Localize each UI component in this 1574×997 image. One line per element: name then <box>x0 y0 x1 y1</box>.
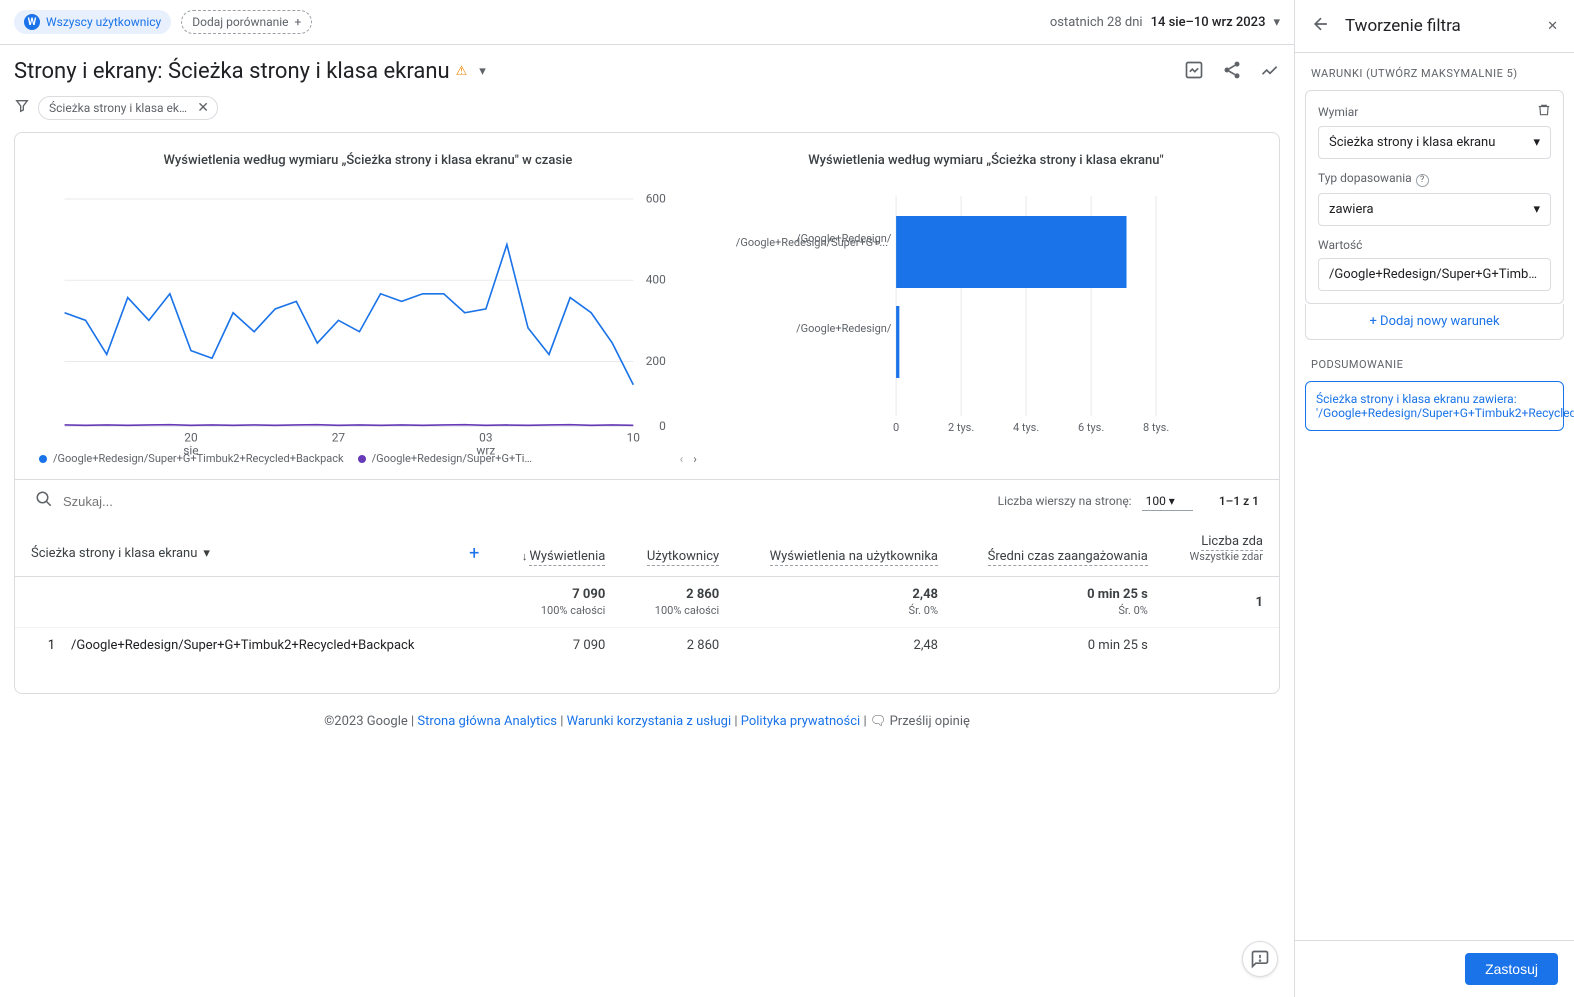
col-views[interactable]: ↓Wyświetlenia <box>495 522 621 577</box>
active-filter-chip[interactable]: Ścieżka strony i klasa ekran... ✕ <box>38 96 218 120</box>
legend-item[interactable]: /Google+Redesign/Super+G+Timbuk2+Recycle… <box>39 452 344 465</box>
table-controls: Liczba wierszy na stronę: 100 ▾ 1–1 z 1 <box>15 479 1279 522</box>
chevron-down-icon: ▾ <box>203 546 210 561</box>
users-icon: W <box>24 14 40 30</box>
insights-icon[interactable] <box>1260 60 1280 84</box>
data-table: Ścieżka strony i klasa ekranu ▾ + ↓Wyświ… <box>15 522 1279 663</box>
filter-icon[interactable] <box>14 98 30 118</box>
all-users-chip[interactable]: W Wszyscy użytkownicy <box>14 10 171 34</box>
svg-text:20: 20 <box>184 431 198 445</box>
sort-arrow-icon: ↓ <box>522 550 528 563</box>
legend-label: /Google+Redesign/Super+G+Timbuk2+Recy... <box>372 452 538 465</box>
legend-dot-icon <box>39 455 47 463</box>
condition-box: Wymiar Ścieżka strony i klasa ekranu ▾ T… <box>1305 90 1564 304</box>
svg-text:4 tys.: 4 tys. <box>1013 421 1039 434</box>
all-users-label: Wszyscy użytkownicy <box>46 15 161 29</box>
dimension-label: Wymiar <box>1318 105 1358 119</box>
svg-text:2 tys.: 2 tys. <box>948 421 974 434</box>
filter-chip-label: Ścieżka strony i klasa ekran... <box>49 101 189 115</box>
filter-chip-close-icon[interactable]: ✕ <box>197 100 209 116</box>
customize-report-icon[interactable] <box>1184 60 1204 84</box>
svg-text:27: 27 <box>332 431 346 445</box>
add-comparison-label: Dodaj porównanie <box>192 15 288 29</box>
col-avg-engagement[interactable]: Średni czas zaangażowania <box>954 522 1164 577</box>
title-actions <box>1184 60 1280 84</box>
conditions-section-title: WARUNKI (UTWÓRZ MAKSYMALNIE 5) <box>1305 67 1564 80</box>
rows-per-page-label: Liczba wierszy na stronę: <box>998 494 1132 508</box>
svg-text:600: 600 <box>646 191 666 205</box>
footer-feedback[interactable]: Prześlij opinię <box>890 714 970 729</box>
footer: ©2023 Google | Strona główna Analytics |… <box>14 694 1280 749</box>
title-row: Strony i ekrany: Ścieżka strony i klasa … <box>0 45 1294 92</box>
bar-chart: /Google+Redesign/Super+G+... /Google+Red… <box>717 186 1255 446</box>
line-chart-legend: /Google+Redesign/Super+G+Timbuk2+Recycle… <box>39 452 697 465</box>
help-icon[interactable]: ? <box>1416 174 1429 187</box>
svg-text:6 tys.: 6 tys. <box>1078 421 1104 434</box>
bar-chart-title: Wyświetlenia według wymiaru „Ścieżka str… <box>717 153 1255 168</box>
match-type-select[interactable]: zawiera ▾ <box>1318 193 1551 226</box>
add-dimension-button[interactable]: + <box>469 543 479 564</box>
svg-text:10: 10 <box>627 431 641 445</box>
dimension-select[interactable]: Ścieżka strony i klasa ekranu ▾ <box>31 546 210 561</box>
date-prefix: ostatnich 28 dni <box>1050 15 1143 30</box>
legend-prev-icon[interactable]: ‹ <box>680 452 684 466</box>
dimension-select[interactable]: Ścieżka strony i klasa ekranu ▾ <box>1318 126 1551 159</box>
feedback-fab[interactable] <box>1242 941 1278 977</box>
svg-text:03: 03 <box>479 431 492 445</box>
footer-link-terms[interactable]: Warunki korzystania z usługi <box>567 714 732 729</box>
date-value: 14 sie–10 wrz 2023 <box>1151 15 1266 30</box>
legend-next-icon[interactable]: › <box>693 452 697 466</box>
svg-text:8 tys.: 8 tys. <box>1143 421 1169 434</box>
chevron-down-icon: ▾ <box>1533 135 1540 150</box>
search-icon <box>35 490 53 512</box>
delete-condition-icon[interactable] <box>1537 103 1551 120</box>
add-condition-button[interactable]: + Dodaj nowy warunek <box>1305 304 1564 340</box>
report-card: Wyświetlenia według wymiaru „Ścieżka str… <box>14 132 1280 694</box>
footer-link-privacy[interactable]: Polityka prywatności <box>741 714 860 729</box>
plus-icon: + <box>1369 314 1380 329</box>
apply-button[interactable]: Zastosuj <box>1465 953 1558 985</box>
chevron-down-icon: ▾ <box>1273 15 1280 30</box>
plus-icon: + <box>295 15 302 29</box>
add-comparison-chip[interactable]: Dodaj porównanie + <box>181 10 312 34</box>
topbar: W Wszyscy użytkownicy Dodaj porównanie +… <box>0 0 1294 45</box>
panel-title: Tworzenie filtra <box>1345 16 1533 36</box>
col-users[interactable]: Użytkownicy <box>621 522 735 577</box>
back-icon[interactable] <box>1311 14 1331 38</box>
legend-item[interactable]: /Google+Redesign/Super+G+Timbuk2+Recy... <box>358 452 538 465</box>
share-icon[interactable] <box>1222 60 1242 84</box>
line-chart: 600 400 200 0 20sie2703wrz10 <box>39 186 697 446</box>
table-row[interactable]: 1/Google+Redesign/Super+G+Timbuk2+Recycl… <box>15 628 1279 664</box>
rows-per-page-select[interactable]: 100 ▾ <box>1142 492 1193 511</box>
svg-text:400: 400 <box>646 273 666 287</box>
svg-text:0: 0 <box>659 419 666 433</box>
chevron-down-icon: ▾ <box>1533 202 1540 217</box>
value-label: Wartość <box>1318 238 1362 252</box>
pagination-label: 1–1 z 1 <box>1219 494 1259 508</box>
summary-section-title: PODSUMOWANIE <box>1305 358 1564 371</box>
legend-label: /Google+Redesign/Super+G+Timbuk2+Recycle… <box>53 452 344 465</box>
svg-text:200: 200 <box>646 354 666 368</box>
line-chart-title: Wyświetlenia według wymiaru „Ścieżka str… <box>39 153 697 168</box>
value-input[interactable]: /Google+Redesign/Super+G+Timbuk2+Recycle… <box>1318 258 1551 291</box>
date-range-picker[interactable]: ostatnich 28 dni 14 sie–10 wrz 2023 ▾ <box>1050 15 1280 30</box>
filter-panel: Tworzenie filtra ✕ WARUNKI (UTWÓRZ MAKSY… <box>1294 0 1574 997</box>
close-icon[interactable]: ✕ <box>1547 19 1558 34</box>
title-dropdown-icon[interactable]: ▾ <box>473 64 492 79</box>
warning-icon[interactable]: ⚠ <box>456 64 468 79</box>
match-type-label: Typ dopasowania <box>1318 171 1412 185</box>
totals-row: 7 090100% całości 2 860100% całości 2,48… <box>15 577 1279 628</box>
page-title: Strony i ekrany: Ścieżka strony i klasa … <box>14 59 450 84</box>
filter-row: Ścieżka strony i klasa ekran... ✕ <box>0 92 1294 132</box>
svg-text:0: 0 <box>893 421 899 434</box>
legend-dot-icon <box>358 455 366 463</box>
col-events[interactable]: Liczba zdaWszystkie zdar <box>1164 522 1279 577</box>
summary-box: Ścieżka strony i klasa ekranu zawiera: '… <box>1305 381 1564 431</box>
footer-link-home[interactable]: Strona główna Analytics <box>417 714 557 729</box>
feedback-icon: 🗨 <box>870 714 887 729</box>
search-input[interactable] <box>63 494 988 509</box>
col-views-per-user[interactable]: Wyświetlenia na użytkownika <box>735 522 954 577</box>
